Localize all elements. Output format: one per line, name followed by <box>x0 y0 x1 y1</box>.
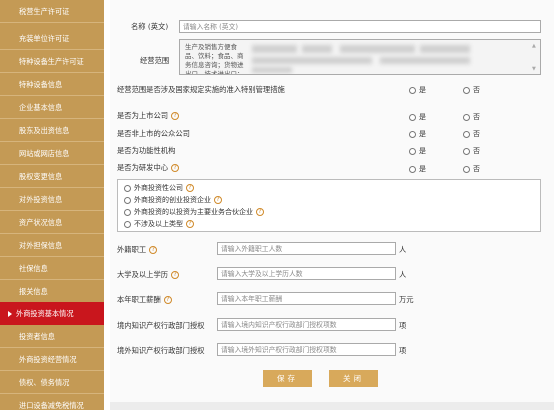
ip-domestic-label: 境内知识产权行政部门授权 <box>117 321 205 330</box>
sidebar-item-assets[interactable]: 资产状况信息 <box>0 211 104 234</box>
name-en-input[interactable] <box>179 20 541 33</box>
name-en-label: 名称 (英文) <box>131 22 169 31</box>
sidebar-item-guarantees[interactable]: 对外担保信息 <box>0 234 104 257</box>
sidebar-item-customs[interactable]: 报关信息 <box>0 280 104 303</box>
help-icon[interactable]: ? <box>186 184 194 192</box>
footer-strip <box>110 402 554 410</box>
invest-option-venture-capital[interactable]: 外商投资的创业投资企业? <box>124 195 222 205</box>
sidebar-item-business-license[interactable]: 税营生产许可证 <box>0 0 104 23</box>
salary-label: 本年职工薪酬? <box>117 295 172 305</box>
sidebar-item-outbound-investment[interactable]: 对外投资信息 <box>0 188 104 211</box>
scroll-down-icon[interactable]: ▼ <box>532 66 538 72</box>
sidebar-item-shareholders[interactable]: 股东及出资信息 <box>0 119 104 142</box>
foreign-staff-unit: 人 <box>399 245 407 254</box>
scope-textarea[interactable]: 生产及销售方便食品、饮料；食品、商务信息咨询；货物进出口、技术进出口；食品生产经… <box>179 39 541 75</box>
foreign-staff-label: 外籍职工? <box>117 245 158 255</box>
ip-domestic-unit: 项 <box>399 321 407 330</box>
close-button[interactable]: 关闭 <box>329 370 378 387</box>
special-measures-no-radio[interactable]: 否 <box>463 85 480 95</box>
help-icon[interactable]: ? <box>149 246 158 254</box>
ip-foreign-input[interactable] <box>217 343 396 356</box>
functional-yes-radio[interactable]: 是 <box>409 146 426 156</box>
investment-type-group: 外商投资性公司? 外商投资的创业投资企业? 外商投资的以投资为主要业务合伙企业?… <box>117 179 541 232</box>
redacted-block <box>252 57 372 64</box>
sidebar-item-import-tax[interactable]: 进口设备减免税情况 <box>0 394 104 410</box>
redacted-block <box>380 57 470 64</box>
college-unit: 人 <box>399 270 407 279</box>
help-icon[interactable]: ? <box>163 296 172 304</box>
redacted-block <box>340 45 415 53</box>
sidebar-item-special-equipment-license[interactable]: 特种设备生产许可证 <box>0 50 104 73</box>
help-icon[interactable]: ? <box>256 208 264 216</box>
sidebar-item-social-security[interactable]: 社保信息 <box>0 257 104 280</box>
sidebar-item-special-equipment-info[interactable]: 特种设备信息 <box>0 73 104 96</box>
help-icon[interactable]: ? <box>186 220 194 228</box>
rnd-yes-radio[interactable]: 是 <box>409 164 426 174</box>
redacted-block <box>302 45 332 53</box>
rnd-center-label: 是否为研发中心? <box>117 163 180 173</box>
scroll-up-icon[interactable]: ▲ <box>532 43 538 49</box>
sidebar-item-investors[interactable]: 投资者信息 <box>0 325 104 348</box>
college-input[interactable] <box>217 267 396 280</box>
help-icon[interactable]: ? <box>171 112 180 120</box>
sidebar-item-company-basic[interactable]: 企业基本信息 <box>0 96 104 119</box>
help-icon[interactable]: ? <box>171 164 180 172</box>
foreign-staff-input[interactable] <box>217 242 396 255</box>
special-measures-label: 经营范围是否涉及国家规定实施的准入特别管理措施 <box>117 85 285 94</box>
nonlisted-public-label: 是否非上市的公众公司 <box>117 129 190 138</box>
sidebar-item-debts[interactable]: 债权、债务情况 <box>0 371 104 394</box>
redacted-block <box>252 67 292 73</box>
invest-option-investment-company[interactable]: 外商投资性公司? <box>124 183 194 193</box>
scope-label: 经营范围 <box>140 56 170 65</box>
arrow-right-icon <box>8 311 12 317</box>
salary-unit: 万元 <box>399 295 414 304</box>
college-label: 大学及以上学历? <box>117 270 180 280</box>
help-icon[interactable]: ? <box>214 196 222 204</box>
functional-no-radio[interactable]: 否 <box>463 146 480 156</box>
ip-foreign-unit: 项 <box>399 346 407 355</box>
nonlisted-no-radio[interactable]: 否 <box>463 129 480 139</box>
salary-input[interactable] <box>217 292 396 305</box>
sidebar-item-label: 外商投资基本情况 <box>16 309 74 318</box>
ip-domestic-input[interactable] <box>217 318 396 331</box>
special-measures-yes-radio[interactable]: 是 <box>409 85 426 95</box>
functional-org-label: 是否为功能性机构 <box>117 146 176 155</box>
sidebar-item-foreign-investment-basic[interactable]: 外商投资基本情况 <box>0 302 104 325</box>
save-button[interactable]: 保存 <box>263 370 312 387</box>
sidebar-item-website[interactable]: 网站或网店信息 <box>0 142 104 165</box>
help-icon[interactable]: ? <box>171 271 180 279</box>
invest-option-partnership[interactable]: 外商投资的以投资为主要业务合伙企业? <box>124 207 264 217</box>
listed-company-label: 是否为上市公司? <box>117 111 180 121</box>
sidebar-item-equity-change[interactable]: 股权变更信息 <box>0 165 104 188</box>
nonlisted-yes-radio[interactable]: 是 <box>409 129 426 139</box>
rnd-no-radio[interactable]: 否 <box>463 164 480 174</box>
listed-no-radio[interactable]: 否 <box>463 112 480 122</box>
redacted-block <box>252 45 297 53</box>
invest-option-none[interactable]: 不涉及以上类型? <box>124 219 194 229</box>
redacted-block <box>420 45 470 53</box>
sidebar-item-foreign-operations[interactable]: 外商投资经营情况 <box>0 348 104 371</box>
scope-text: 生产及销售方便食品、饮料；食品、商务信息咨询；货物进出口、技术进出口；食品生产经… <box>185 43 244 75</box>
listed-yes-radio[interactable]: 是 <box>409 112 426 122</box>
sidebar-item-filling-license[interactable]: 充装单位许可证 <box>0 27 104 50</box>
ip-foreign-label: 境外知识产权行政部门授权 <box>117 346 205 355</box>
sidebar: 税营生产许可证 充装单位许可证 特种设备生产许可证 特种设备信息 企业基本信息 … <box>0 0 104 410</box>
